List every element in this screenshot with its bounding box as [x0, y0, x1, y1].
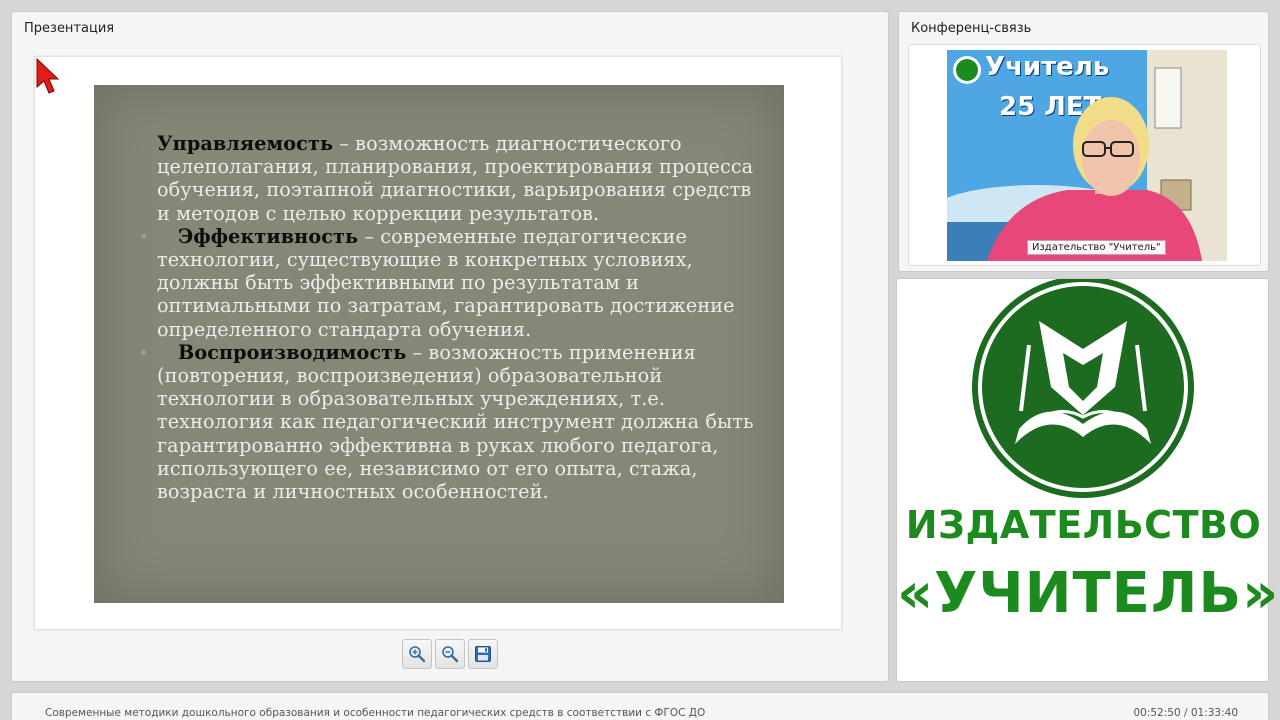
slide-paragraph-reproducibility: Воспроизводимость – возможность применен… [141, 340, 757, 504]
video-frame: Учитель 25 ЛЕТ Издательство "Учитель" [908, 44, 1261, 266]
playback-time: 00:52:50 / 01:33:40 [1133, 707, 1238, 719]
bullet-icon [141, 233, 146, 239]
logo-text-publisher: ИЗДАТЕЛЬСТВО [905, 503, 1262, 547]
slide: Управляемость – возможность диагностичес… [94, 85, 784, 603]
video-participant-label: Издательство "Учитель" [1027, 240, 1166, 255]
term-effectiveness: Эффективность [178, 224, 359, 248]
bullet-icon [141, 349, 146, 355]
presentation-title: Презентация [24, 21, 115, 36]
bottom-bar: Современные методики дошкольного образов… [11, 692, 1269, 720]
term-manageability: Управляемость [157, 132, 334, 155]
publisher-logo-icon [972, 279, 1194, 498]
term-reproducibility: Воспроизводимость [178, 340, 407, 364]
slide-paragraph-effectiveness: Эффективность – современные педагогическ… [141, 224, 757, 341]
conference-title: Конференц-связь [911, 21, 1032, 36]
logo-panel: ИЗДАТЕЛЬСТВО «УЧИТЕЛЬ» [896, 278, 1280, 682]
save-icon [475, 646, 491, 662]
video-feed[interactable]: Учитель 25 ЛЕТ Издательство "Учитель" [947, 50, 1227, 261]
presentation-toolbar [402, 639, 498, 669]
save-button[interactable] [468, 639, 498, 669]
slide-frame: Управляемость – возможность диагностичес… [34, 56, 842, 630]
zoom-in-icon [409, 646, 426, 663]
zoom-out-icon [442, 646, 459, 663]
slide-body: Управляемость – возможность диагностичес… [141, 132, 757, 504]
text-reproducibility: – возможность применения (повторения, во… [157, 340, 754, 504]
conference-panel: Конференц-связь Учитель 25 ЛЕТ Издательс… [898, 11, 1269, 272]
slide-paragraph-manageability: Управляемость – возможность диагностичес… [157, 132, 757, 225]
zoom-in-button[interactable] [402, 639, 432, 669]
zoom-out-button[interactable] [435, 639, 465, 669]
presentation-panel: Презентация Управляемость – возможность … [11, 11, 889, 682]
logo-text-name: «УЧИТЕЛЬ» [897, 561, 1280, 626]
course-title: Современные методики дошкольного образов… [45, 707, 706, 719]
presenter-figure [987, 97, 1202, 261]
pointer-cursor-icon [36, 57, 60, 94]
